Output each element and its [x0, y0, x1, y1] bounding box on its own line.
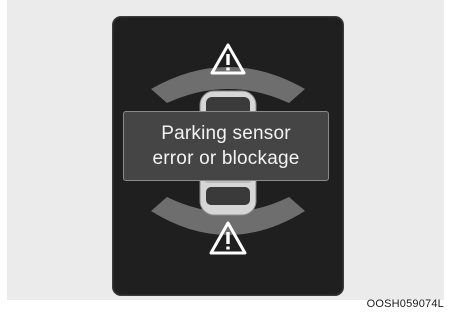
- parking-sensor-error-message: Parking sensor error or blockage: [123, 111, 329, 181]
- message-line-1: Parking sensor: [161, 123, 291, 144]
- message-line-2: error or blockage: [152, 148, 300, 169]
- instrument-cluster-display: Parking sensor error or blockage: [112, 16, 344, 296]
- image-code-label: OOSH059074L: [366, 298, 444, 310]
